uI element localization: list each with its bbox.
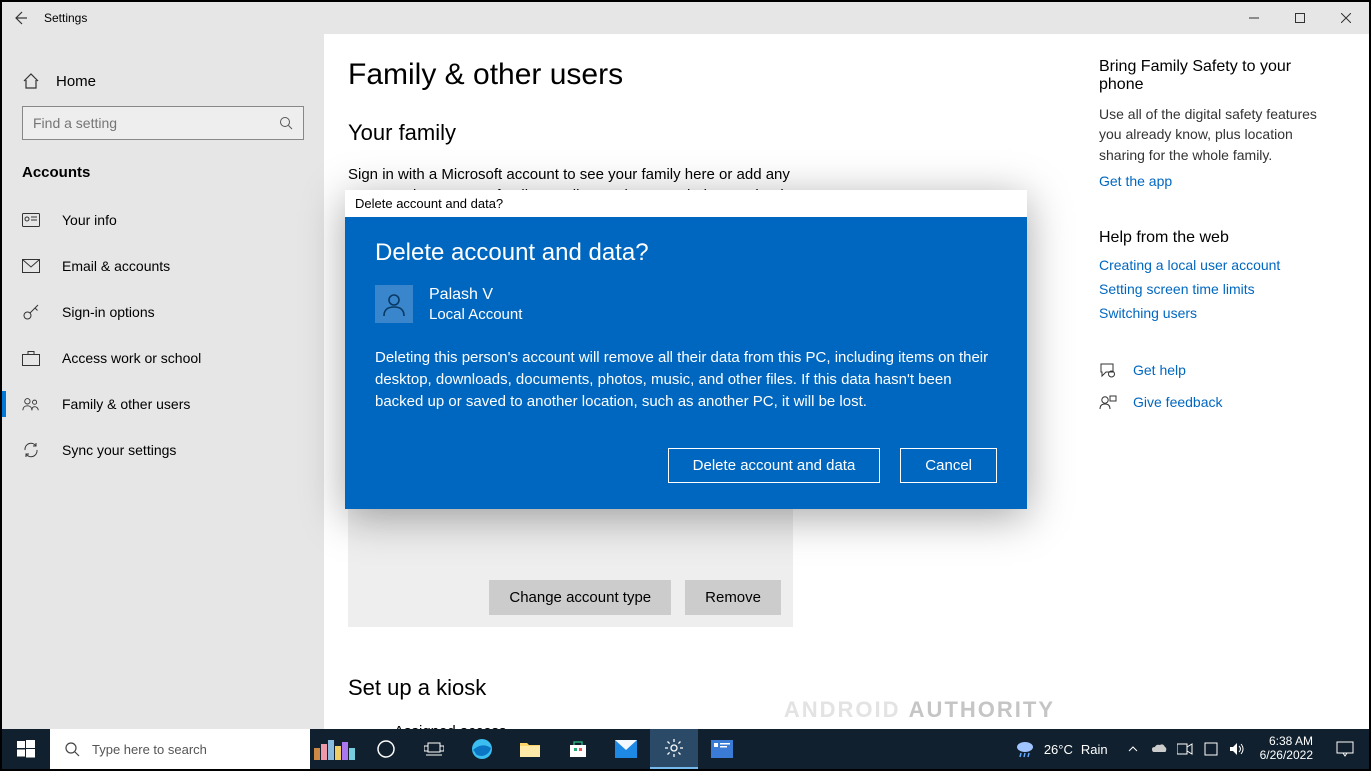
sidebar-item-label: Email & accounts — [62, 258, 170, 274]
sidebar-item-sync[interactable]: Sync your settings — [2, 427, 324, 473]
taskbar-time: 6:38 AM — [1260, 735, 1313, 749]
sidebar-item-family[interactable]: Family & other users — [2, 381, 324, 427]
sidebar-item-your-info[interactable]: Your info — [2, 197, 324, 243]
search-input-wrap[interactable] — [22, 106, 304, 140]
mail-app-icon[interactable] — [602, 729, 650, 769]
sidebar-item-label: Sign-in options — [62, 304, 155, 320]
start-button[interactable] — [2, 729, 50, 769]
rail-safety-text: Use all of the digital safety features y… — [1099, 104, 1339, 165]
key-icon — [22, 303, 40, 321]
sidebar-item-label: Family & other users — [62, 396, 190, 412]
dialog-description: Deleting this person's account will remo… — [375, 347, 995, 412]
give-feedback-link[interactable]: Give feedback — [1133, 394, 1223, 410]
back-button[interactable] — [12, 10, 28, 26]
give-feedback-row[interactable]: Give feedback — [1099, 393, 1339, 411]
taskbar-clock[interactable]: 6:38 AM 6/26/2022 — [1252, 735, 1321, 763]
dialog-cancel-button[interactable]: Cancel — [900, 448, 997, 483]
sidebar-section-title: Accounts — [2, 164, 324, 197]
dialog-titlebar: Delete account and data? — [345, 190, 1027, 217]
dialog-question: Delete account and data? — [375, 239, 997, 267]
weather-widget[interactable]: 26°C Rain — [1004, 739, 1118, 759]
assigned-access-row[interactable]: Assigned access Set up this device as a … — [348, 723, 1079, 729]
meet-now-icon[interactable] — [1174, 743, 1196, 755]
search-icon — [279, 116, 293, 130]
get-app-link[interactable]: Get the app — [1099, 173, 1339, 189]
get-help-row[interactable]: Get help — [1099, 361, 1339, 379]
search-icon — [64, 741, 80, 757]
rail-help-heading: Help from the web — [1099, 229, 1339, 247]
people-icon — [22, 395, 40, 413]
help-link[interactable]: Switching users — [1099, 305, 1339, 321]
maximize-button[interactable] — [1277, 2, 1323, 34]
page-title: Family & other users — [348, 58, 1079, 92]
briefcase-icon — [22, 349, 40, 367]
envelope-icon — [22, 257, 40, 275]
onedrive-tray-icon[interactable] — [1148, 743, 1170, 755]
rail-safety-heading: Bring Family Safety to your phone — [1099, 58, 1339, 94]
monitor-icon — [348, 727, 376, 729]
user-card-icon — [22, 211, 40, 229]
feedback-icon — [1099, 393, 1117, 411]
dialog-user-name: Palash V — [429, 286, 522, 304]
sidebar-home-label: Home — [56, 73, 96, 90]
right-rail: Bring Family Safety to your phone Use al… — [1079, 34, 1369, 729]
explorer-app-icon[interactable] — [506, 729, 554, 769]
selected-account-panel: Change account type Remove — [348, 507, 793, 627]
minimize-button[interactable] — [1231, 2, 1277, 34]
change-account-type-button[interactable]: Change account type — [489, 580, 671, 615]
settings-sidebar: Home Accounts Your info Email & accounts… — [2, 34, 324, 729]
dialog-delete-button[interactable]: Delete account and data — [668, 448, 881, 483]
taskbar-date: 6/26/2022 — [1260, 749, 1313, 763]
remove-account-button[interactable]: Remove — [685, 580, 781, 615]
sync-icon — [22, 441, 40, 459]
sidebar-item-work[interactable]: Access work or school — [2, 335, 324, 381]
help-link[interactable]: Creating a local user account — [1099, 257, 1339, 273]
chat-icon — [1099, 361, 1117, 379]
sidebar-item-email[interactable]: Email & accounts — [2, 243, 324, 289]
window-title: Settings — [44, 11, 87, 25]
close-button[interactable] — [1323, 2, 1369, 34]
user-avatar-icon — [375, 285, 413, 323]
search-input[interactable] — [33, 115, 273, 131]
news-widget[interactable] — [310, 729, 362, 769]
edge-app-icon[interactable] — [458, 729, 506, 769]
cortana-icon[interactable] — [362, 729, 410, 769]
sidebar-item-signin[interactable]: Sign-in options — [2, 289, 324, 335]
sidebar-item-label: Sync your settings — [62, 442, 176, 458]
taskbar-search-placeholder: Type here to search — [92, 742, 207, 757]
action-center-icon[interactable] — [1325, 741, 1365, 757]
kiosk-label: Assigned access — [394, 723, 774, 729]
help-link[interactable]: Setting screen time limits — [1099, 281, 1339, 297]
taskbar-search[interactable]: Type here to search — [50, 729, 310, 769]
sidebar-item-label: Your info — [62, 212, 117, 228]
weather-temp: 26°C — [1044, 742, 1073, 757]
family-heading: Your family — [348, 120, 1079, 146]
window-titlebar: Settings — [2, 2, 1369, 34]
cloud-rain-icon — [1014, 739, 1036, 759]
task-view-icon[interactable] — [410, 729, 458, 769]
tray-chevron-icon[interactable] — [1122, 744, 1144, 754]
home-icon — [22, 72, 40, 90]
dialog-user-type: Local Account — [429, 306, 522, 323]
store-app-icon[interactable] — [554, 729, 602, 769]
sidebar-home[interactable]: Home — [2, 64, 324, 106]
settings-app-icon[interactable] — [650, 729, 698, 769]
delete-account-dialog: Delete account and data? Delete account … — [345, 190, 1027, 509]
control-panel-icon[interactable] — [698, 729, 746, 769]
input-tray-icon[interactable] — [1200, 742, 1222, 756]
watermark: ANDROID AUTHORITY — [784, 697, 1055, 723]
get-help-link[interactable]: Get help — [1133, 362, 1186, 378]
taskbar: Type here to search 26°C Rain — [2, 729, 1369, 769]
volume-icon[interactable] — [1226, 742, 1248, 756]
weather-cond: Rain — [1081, 742, 1108, 757]
sidebar-item-label: Access work or school — [62, 350, 201, 366]
